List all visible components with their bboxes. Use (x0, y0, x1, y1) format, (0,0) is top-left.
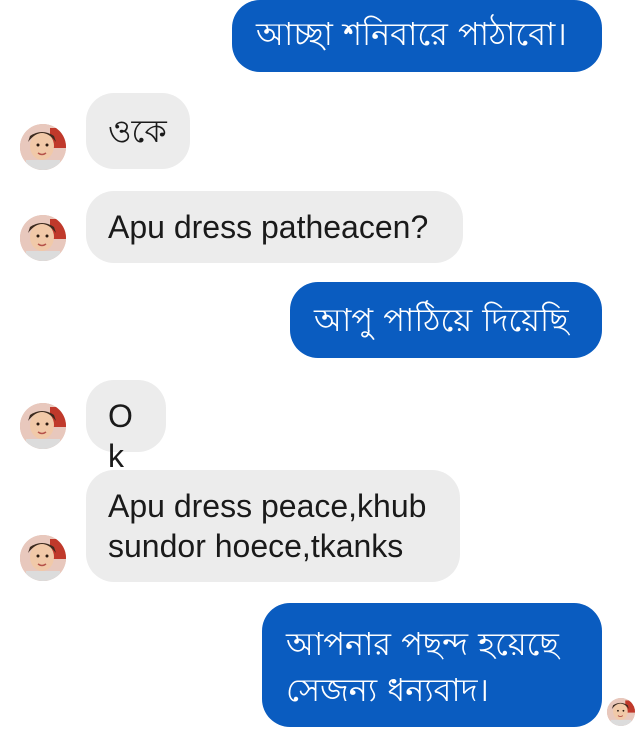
incoming-message-bubble[interactable]: Apu dress patheacen? (86, 191, 463, 263)
incoming-message-bubble[interactable]: ওকে (86, 93, 190, 169)
incoming-message-bubble[interactable]: Apu dress peace,khub sundor hoece,tkanks (86, 470, 460, 582)
chat-thread[interactable]: আচ্ছা শনিবারে পাঠাবো। ওকে Apu dress path… (0, 0, 640, 750)
contact-avatar-icon[interactable] (20, 124, 66, 170)
read-receipt-avatar-icon (607, 698, 635, 726)
outgoing-message-bubble[interactable]: আপু পাঠিয়ে দিয়েছি (290, 282, 602, 358)
outgoing-message-bubble[interactable]: আপনার পছন্দ হয়েছে সেজন্য ধন্যবাদ। (262, 603, 602, 727)
contact-avatar-icon[interactable] (20, 215, 66, 261)
incoming-message-bubble[interactable]: Ok (86, 380, 166, 474)
contact-avatar-icon[interactable] (20, 535, 66, 581)
contact-avatar-icon[interactable] (20, 403, 66, 449)
outgoing-message-bubble[interactable]: আচ্ছা শনিবারে পাঠাবো। (232, 0, 602, 72)
